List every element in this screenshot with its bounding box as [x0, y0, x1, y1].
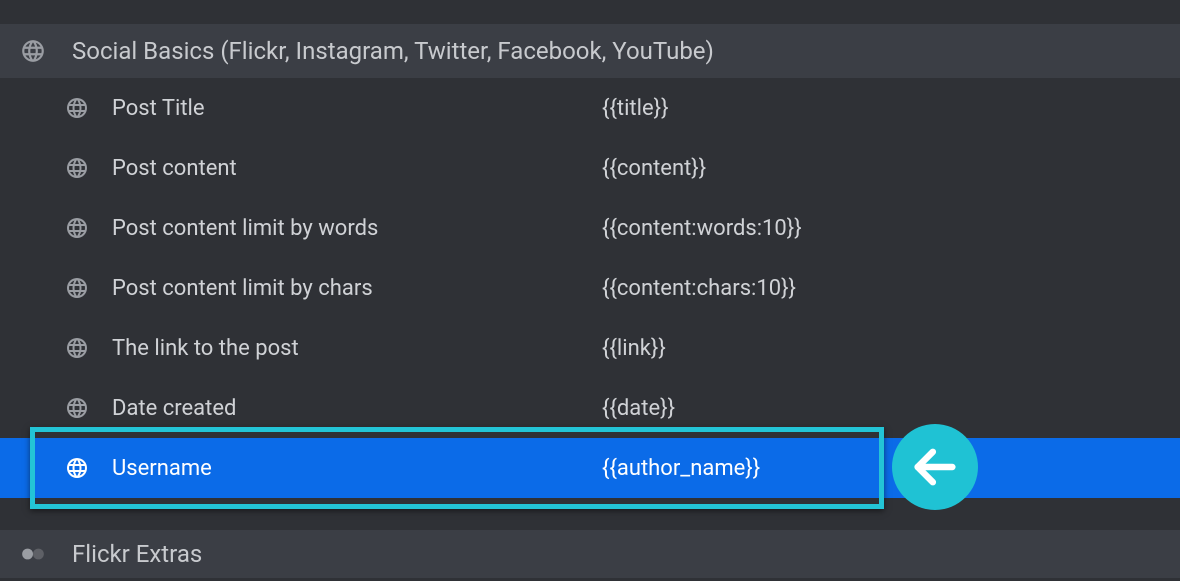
template-picker-panel: Social Basics (Flickr, Instagram, Twitte… — [0, 0, 1180, 581]
row-label: Post content — [112, 156, 602, 181]
row-post-content-words[interactable]: Post content limit by words {{content:wo… — [0, 198, 1180, 258]
row-post-content-chars[interactable]: Post content limit by chars {{content:ch… — [0, 258, 1180, 318]
row-label: The link to the post — [112, 336, 602, 361]
row-label: Post Title — [112, 96, 602, 121]
row-label: Post content limit by words — [112, 216, 602, 241]
section-title: Social Basics (Flickr, Instagram, Twitte… — [72, 37, 714, 65]
row-post-content[interactable]: Post content {{content}} — [0, 138, 1180, 198]
globe-icon — [60, 216, 94, 240]
row-value: {{content}} — [602, 156, 706, 181]
globe-icon — [60, 456, 94, 480]
section-header-social-basics[interactable]: Social Basics (Flickr, Instagram, Twitte… — [0, 24, 1180, 78]
row-label: Username — [112, 456, 602, 481]
globe-icon — [60, 336, 94, 360]
section-gap — [0, 498, 1180, 530]
row-link[interactable]: The link to the post {{link}} — [0, 318, 1180, 378]
row-value: {{title}} — [602, 96, 669, 121]
section-title: Flickr Extras — [72, 540, 202, 568]
row-value: {{date}} — [602, 396, 675, 421]
row-value: {{author_name}} — [602, 456, 760, 481]
row-username[interactable]: Username {{author_name}} — [0, 438, 1180, 498]
row-label: Date created — [112, 396, 602, 421]
globe-icon — [60, 276, 94, 300]
row-value: {{link}} — [602, 336, 666, 361]
globe-icon — [60, 396, 94, 420]
row-post-title[interactable]: Post Title {{title}} — [0, 78, 1180, 138]
globe-icon — [60, 156, 94, 180]
row-label: Post content limit by chars — [112, 276, 602, 301]
row-value: {{content:words:10}} — [602, 216, 802, 241]
row-date-created[interactable]: Date created {{date}} — [0, 378, 1180, 438]
flickr-icon — [20, 541, 46, 567]
globe-icon — [20, 38, 46, 64]
section-header-flickr-extras[interactable]: Flickr Extras — [0, 530, 1180, 578]
row-value: {{content:chars:10}} — [602, 276, 796, 301]
globe-icon — [60, 96, 94, 120]
template-rows: Post Title {{title}} Post content {{cont… — [0, 78, 1180, 498]
top-strip — [0, 0, 1180, 24]
